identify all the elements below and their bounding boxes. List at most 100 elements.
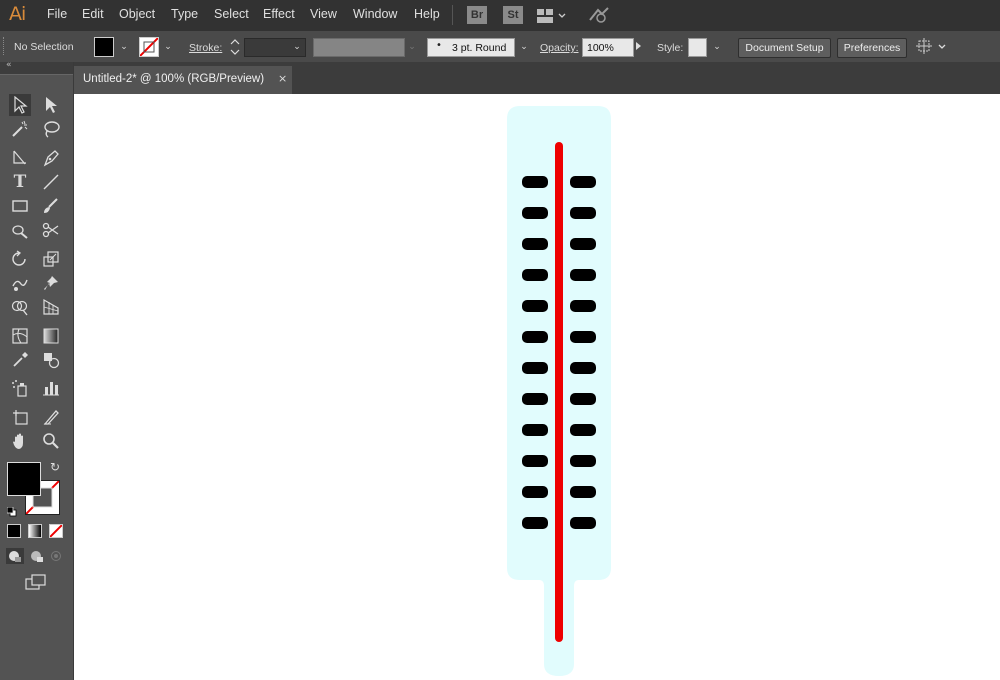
opacity-input[interactable]: 100%	[582, 38, 634, 57]
swap-icon[interactable]: ↻	[50, 460, 60, 474]
opacity-label[interactable]: Opacity:	[540, 42, 579, 54]
eyedropper-tool[interactable]	[9, 349, 31, 371]
tick-left[interactable]	[522, 517, 548, 529]
tick-right[interactable]	[570, 269, 596, 281]
menu-select[interactable]: Select	[214, 7, 249, 21]
transform-icon[interactable]	[915, 37, 949, 61]
tick-left[interactable]	[522, 300, 548, 312]
scissors-tool[interactable]	[40, 219, 62, 241]
none-mode-button[interactable]	[49, 524, 63, 538]
draw-normal-icon[interactable]	[6, 548, 24, 564]
type-tool[interactable]: T	[9, 171, 31, 193]
tick-right[interactable]	[570, 207, 596, 219]
artboard-canvas[interactable]	[74, 94, 1000, 680]
blob-brush-tool[interactable]	[9, 219, 31, 241]
bridge-icon[interactable]: Br	[467, 6, 487, 24]
tick-right[interactable]	[570, 455, 596, 467]
tick-right[interactable]	[570, 393, 596, 405]
draw-behind-icon[interactable]	[28, 548, 46, 564]
symbol-sprayer-tool[interactable]	[9, 377, 31, 399]
grip-handle[interactable]	[3, 37, 6, 55]
tick-left[interactable]	[522, 362, 548, 374]
stroke-stepper[interactable]	[228, 37, 242, 57]
column-graph-tool[interactable]	[40, 377, 62, 399]
close-icon[interactable]: ×	[278, 72, 287, 85]
brush-definition-field[interactable]: • 3 pt. Round	[427, 38, 515, 57]
draw-inside-icon[interactable]	[49, 548, 65, 564]
tick-left[interactable]	[522, 331, 548, 343]
magic-wand-tool[interactable]	[9, 118, 31, 140]
caret-right-icon[interactable]	[636, 42, 641, 50]
tick-right[interactable]	[570, 331, 596, 343]
menu-edit[interactable]: Edit	[82, 7, 104, 21]
collapse-icon[interactable]: «	[6, 60, 12, 70]
style-label: Style:	[657, 42, 684, 54]
screen-mode-icon[interactable]	[25, 574, 47, 590]
chevron-down-icon[interactable]: ⌄	[290, 38, 304, 56]
tick-left[interactable]	[522, 455, 548, 467]
rotate-tool[interactable]	[9, 248, 31, 270]
tick-left[interactable]	[522, 238, 548, 250]
menu-object[interactable]: Object	[119, 7, 155, 21]
tick-left[interactable]	[522, 269, 548, 281]
warp-tool[interactable]	[9, 272, 31, 294]
tick-left[interactable]	[522, 486, 548, 498]
pin-tool[interactable]	[40, 272, 62, 294]
chevron-down-icon[interactable]: ⌄	[161, 38, 175, 56]
tick-right[interactable]	[570, 300, 596, 312]
gradient-mode-button[interactable]	[28, 524, 42, 538]
slice-tool[interactable]	[40, 406, 62, 428]
paintbrush-tool[interactable]	[40, 195, 62, 217]
chevron-down-icon[interactable]: ⌄	[405, 38, 419, 56]
menu-view[interactable]: View	[310, 7, 337, 21]
selection-tool[interactable]	[9, 94, 31, 116]
hand-tool[interactable]	[9, 430, 31, 452]
menu-file[interactable]: File	[47, 7, 67, 21]
color-mode-button[interactable]	[7, 524, 21, 538]
menu-help[interactable]: Help	[414, 7, 440, 21]
arrange-documents-icon[interactable]	[537, 8, 567, 27]
blend-tool[interactable]	[40, 349, 62, 371]
scale-tool[interactable]	[40, 248, 62, 270]
tick-right[interactable]	[570, 424, 596, 436]
fill-swatch[interactable]	[94, 37, 114, 57]
graphic-style-swatch[interactable]	[688, 38, 707, 57]
preferences-button[interactable]: Preferences	[837, 38, 907, 58]
tick-left[interactable]	[522, 176, 548, 188]
direct-selection-tool[interactable]	[40, 94, 62, 116]
chevron-down-icon[interactable]: ⌄	[517, 38, 531, 56]
stroke-label[interactable]: Stroke:	[189, 42, 222, 54]
menu-type[interactable]: Type	[171, 7, 198, 21]
line-tool[interactable]	[40, 171, 62, 193]
tick-right[interactable]	[570, 486, 596, 498]
perspective-tool[interactable]	[40, 296, 62, 318]
artboard-tool[interactable]	[9, 406, 31, 428]
chevron-down-icon[interactable]: ⌄	[117, 38, 131, 56]
pen-tool[interactable]	[40, 147, 62, 169]
fill-color-box[interactable]	[7, 462, 41, 496]
default-colors-icon[interactable]	[6, 502, 17, 517]
chevron-down-icon[interactable]: ⌄	[710, 38, 724, 56]
document-tab[interactable]: Untitled-2* @ 100% (RGB/Preview) ×	[74, 66, 292, 94]
lasso-tool[interactable]	[40, 118, 62, 140]
tick-right[interactable]	[570, 176, 596, 188]
tick-right[interactable]	[570, 517, 596, 529]
tick-left[interactable]	[522, 424, 548, 436]
shape-builder-tool[interactable]	[9, 296, 31, 318]
variable-width-profile[interactable]	[313, 38, 405, 57]
tick-right[interactable]	[570, 362, 596, 374]
anchor-tool[interactable]	[9, 147, 31, 169]
rectangle-tool[interactable]	[9, 195, 31, 217]
tick-left[interactable]	[522, 393, 548, 405]
menu-window[interactable]: Window	[353, 7, 397, 21]
document-setup-button[interactable]: Document Setup	[738, 38, 831, 58]
menu-effect[interactable]: Effect	[263, 7, 295, 21]
stock-icon[interactable]: St	[503, 6, 523, 24]
gradient-tool[interactable]	[40, 325, 62, 347]
zoom-tool[interactable]	[40, 430, 62, 452]
gpu-performance-icon[interactable]	[588, 6, 610, 28]
stroke-swatch[interactable]	[139, 37, 159, 57]
tick-right[interactable]	[570, 238, 596, 250]
mesh-tool[interactable]	[9, 325, 31, 347]
tick-left[interactable]	[522, 207, 548, 219]
